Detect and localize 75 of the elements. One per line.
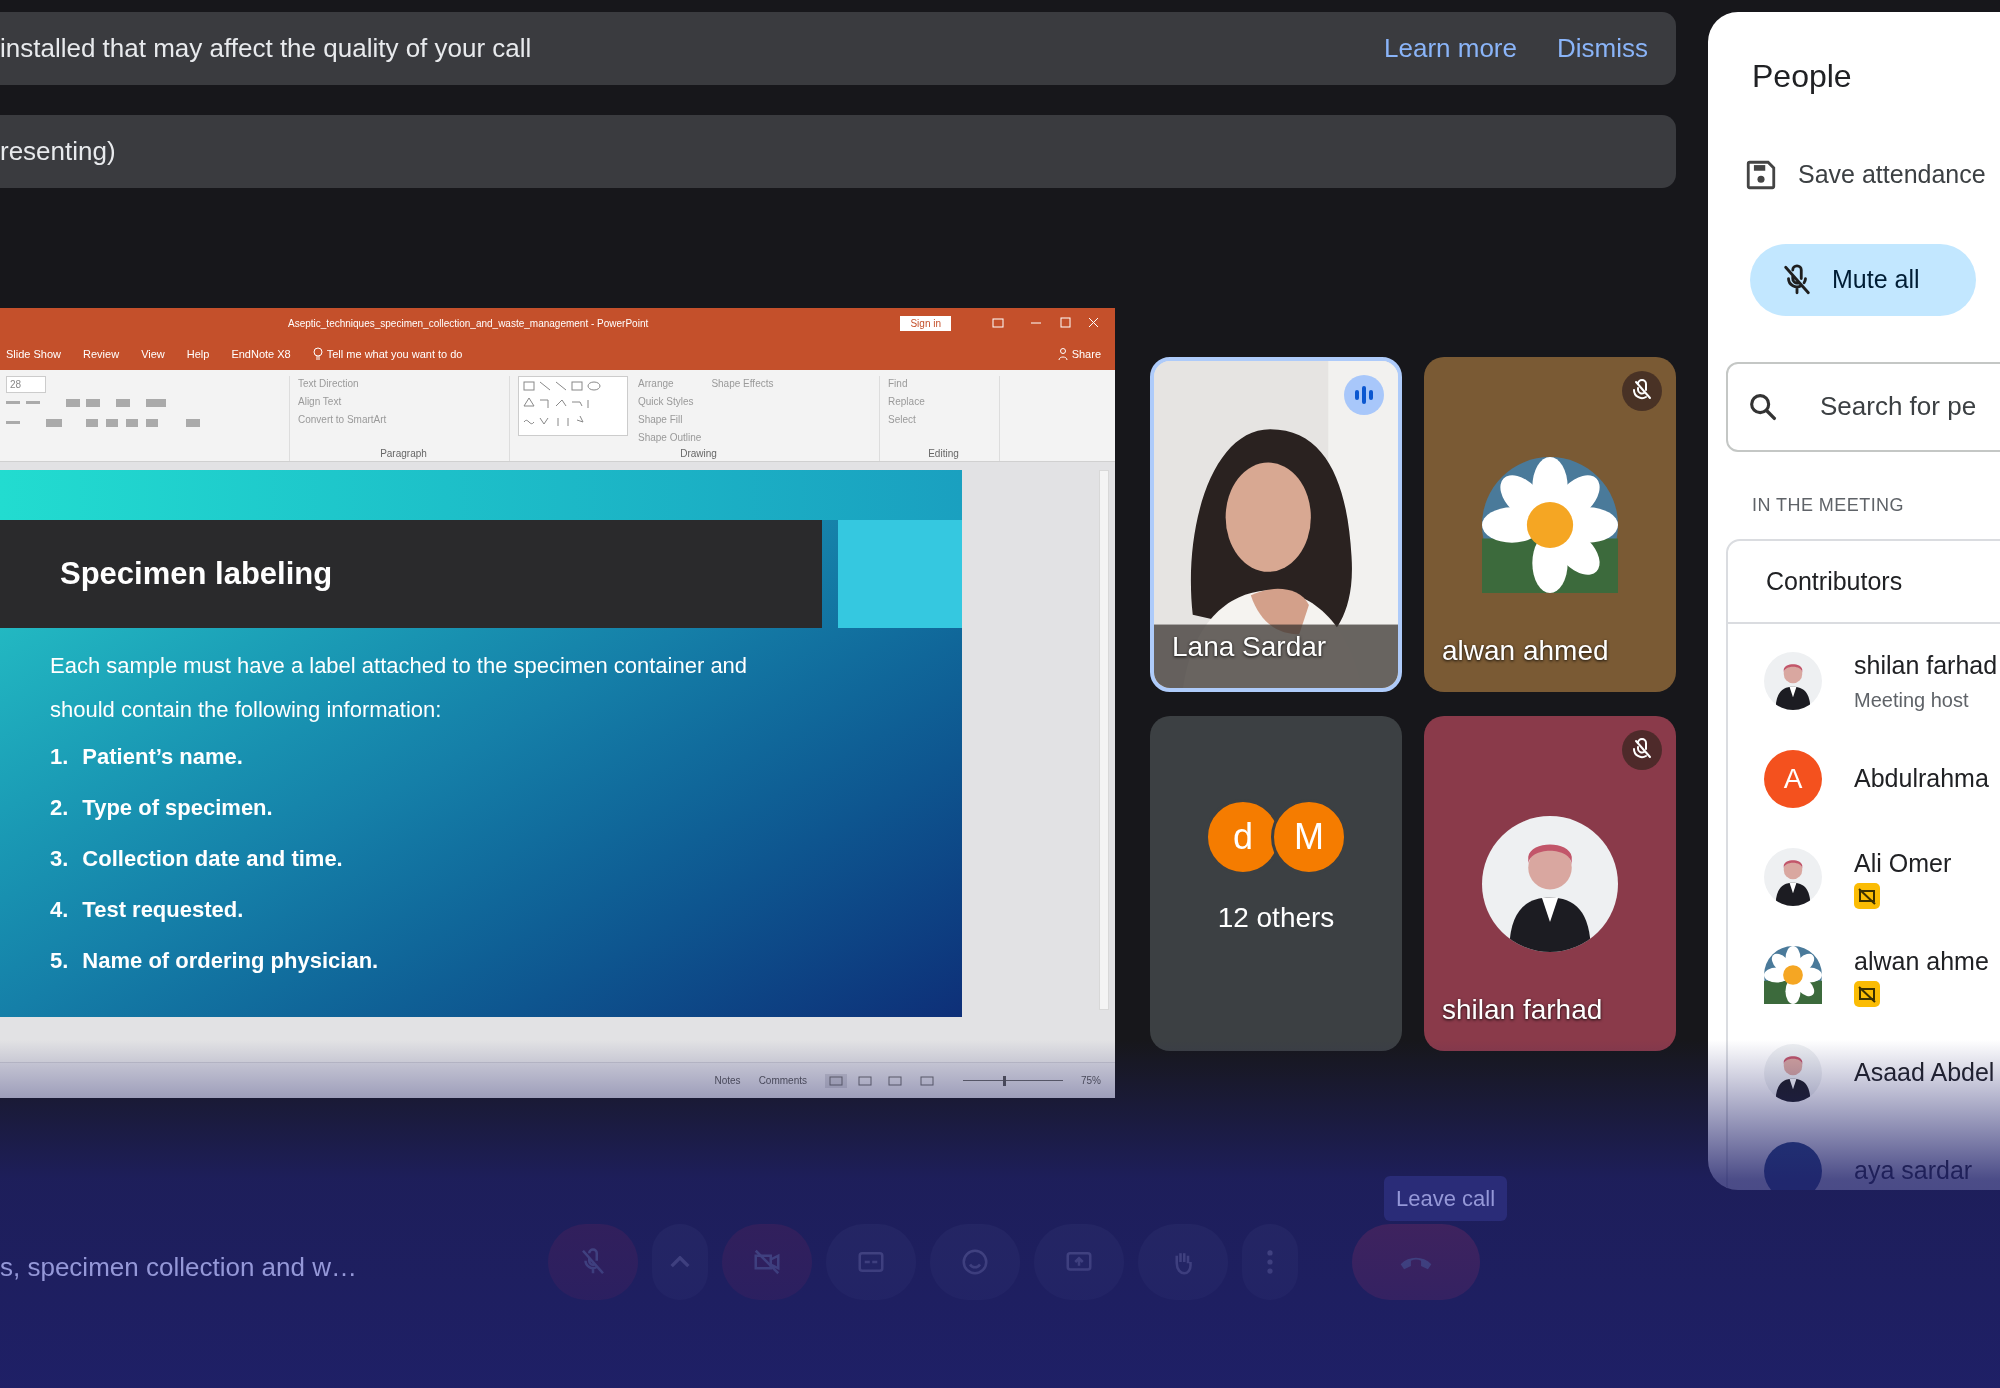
tell-me-field[interactable]: Tell me what you want to do bbox=[326, 345, 463, 363]
ribbon-command[interactable]: Text Direction bbox=[298, 376, 387, 391]
list-number: 2. bbox=[50, 794, 69, 822]
scrollbar[interactable] bbox=[1099, 470, 1109, 1010]
notification-link[interactable]: Learn more bbox=[1384, 29, 1517, 68]
share-button[interactable]: Share bbox=[1071, 345, 1101, 363]
panel-title: People bbox=[1752, 57, 1853, 96]
person-icon bbox=[1057, 348, 1068, 360]
ribbon-tab[interactable]: Help bbox=[186, 345, 210, 363]
slide-title: Specimen labeling bbox=[60, 554, 333, 593]
notes-button[interactable]: Notes bbox=[714, 1073, 741, 1088]
ribbon-command[interactable]: Align Text bbox=[298, 394, 387, 409]
list-number: 5. bbox=[50, 947, 69, 975]
list-item: Name of ordering physician. bbox=[82, 947, 379, 975]
member-name[interactable]: shilan farhad bbox=[1854, 647, 1998, 685]
list-number: 4. bbox=[50, 896, 69, 924]
ribbon-command[interactable]: Select bbox=[888, 412, 925, 427]
section-label: IN THE MEETING bbox=[1752, 493, 1905, 517]
zoom-slider[interactable] bbox=[963, 1073, 1063, 1088]
ribbon-tab[interactable]: Slide Show bbox=[6, 345, 62, 363]
member-name[interactable]: Asaad Abdel bbox=[1854, 1054, 1995, 1092]
list-item: Type of specimen. bbox=[82, 794, 273, 822]
group-header[interactable]: Contributors bbox=[1766, 562, 2000, 600]
presenting-text: resenting) bbox=[0, 135, 116, 168]
avatar: A bbox=[1764, 750, 1822, 808]
camera-icon bbox=[752, 1247, 782, 1277]
notification-message: installed that may affect the quality of your call bbox=[0, 32, 532, 65]
ribbon-group-label: Paragraph bbox=[380, 447, 427, 461]
font-size-field[interactable]: 28 bbox=[6, 376, 46, 393]
ribbon-command[interactable]: Quick Styles bbox=[638, 394, 702, 409]
window-title: Aseptic_techniques_specimen_collection_and_waste_management - PowerPoint bbox=[288, 316, 649, 331]
caret-icon bbox=[670, 1256, 690, 1268]
member-name[interactable]: Abdulrahma bbox=[1854, 760, 1989, 798]
speaking-icon bbox=[1344, 375, 1384, 415]
zoom-level: 75% bbox=[1081, 1074, 1101, 1088]
shapes-gallery-icon[interactable] bbox=[518, 376, 628, 436]
search-field[interactable]: Search for pe bbox=[1726, 361, 2000, 452]
ribbon-tab[interactable]: View bbox=[141, 345, 165, 363]
participant-name: Lana Sardar bbox=[1172, 630, 1327, 664]
notification-link[interactable]: Dismiss bbox=[1557, 29, 1648, 68]
participant-name: alwan ahmed bbox=[1442, 634, 1609, 668]
window-controls-icon[interactable] bbox=[991, 317, 1101, 329]
others-count: 12 others bbox=[1217, 900, 1335, 935]
ribbon-command[interactable]: Arrange bbox=[638, 376, 702, 391]
ribbon-command[interactable]: Shape Fill bbox=[638, 412, 702, 427]
ribbon-command[interactable]: Shape Outline bbox=[638, 430, 702, 445]
save-attendance-button[interactable]: Save attendance bbox=[1798, 156, 1986, 194]
ribbon-group-label: Drawing bbox=[680, 447, 717, 461]
avatar bbox=[1764, 1142, 1822, 1190]
comments-button[interactable]: Comments bbox=[758, 1073, 807, 1088]
list-number: 1. bbox=[50, 743, 69, 771]
ribbon-command[interactable]: Shape Effects bbox=[711, 376, 774, 391]
ribbon-tab[interactable]: EndNote X8 bbox=[231, 345, 291, 363]
ribbon-group-label: Editing bbox=[928, 447, 959, 461]
meeting-title: s, specimen collection and w… bbox=[0, 1251, 357, 1284]
list-item: Collection date and time. bbox=[82, 845, 343, 873]
lightbulb-icon bbox=[312, 347, 323, 361]
member-name[interactable]: alwan ahme bbox=[1854, 943, 1989, 981]
ribbon-tab[interactable]: Review bbox=[83, 345, 120, 363]
more-icon bbox=[1266, 1249, 1274, 1275]
leave-call-tooltip: Leave call bbox=[1384, 1176, 1508, 1221]
avatar bbox=[1764, 946, 1822, 1004]
member-name[interactable]: Ali Omer bbox=[1854, 845, 1952, 883]
ribbon-command[interactable]: Find bbox=[888, 376, 925, 391]
member-role: Meeting host bbox=[1854, 687, 1970, 713]
list-number: 3. bbox=[50, 845, 69, 873]
ribbon-command[interactable]: Replace bbox=[888, 394, 925, 409]
slide-paragraph: Each sample must have a label attached to the specimen container and should contain the following information: bbox=[50, 652, 749, 724]
mute-all-button[interactable]: Mute all bbox=[1750, 243, 1976, 316]
emoji-icon bbox=[960, 1247, 990, 1277]
list-item: Test requested. bbox=[82, 896, 244, 924]
participant-name: shilan farhad bbox=[1442, 993, 1603, 1027]
ribbon-command[interactable]: Convert to SmartArt bbox=[298, 412, 387, 427]
sign-in-button[interactable]: Sign in bbox=[900, 315, 951, 331]
list-item: Patient’s name. bbox=[82, 743, 243, 771]
